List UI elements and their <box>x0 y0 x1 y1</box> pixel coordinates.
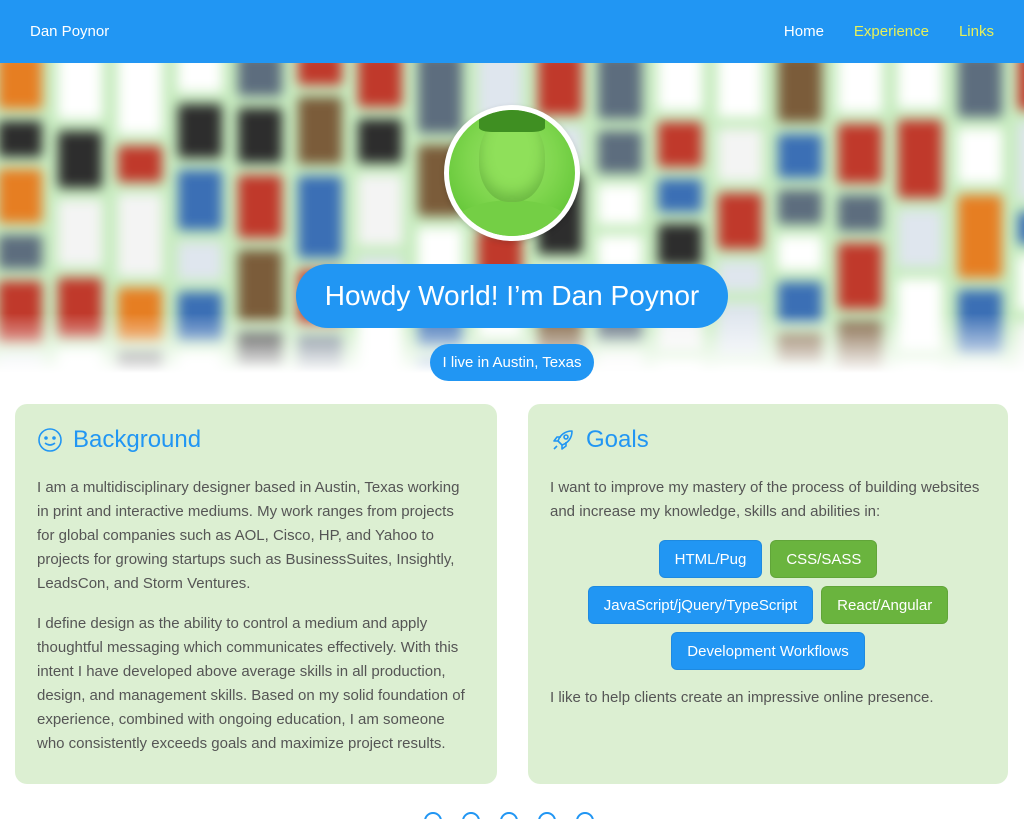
hero-location: I live in Austin, Texas <box>430 344 594 381</box>
background-heading: Background <box>37 426 475 454</box>
goals-title: Goals <box>586 426 649 453</box>
skills-list: HTML/Pug CSS/SASS JavaScript/jQuery/Type… <box>550 540 986 670</box>
dot[interactable] <box>576 812 594 819</box>
hero-headline: Howdy World! I’m Dan Poynor <box>296 264 728 328</box>
dot[interactable] <box>538 812 556 819</box>
top-navbar: Dan Poynor Home Experience Links <box>0 0 1024 63</box>
skill-chip-react: React/Angular <box>821 586 949 624</box>
dot[interactable] <box>500 812 518 819</box>
skill-chip-javascript: JavaScript/jQuery/TypeScript <box>587 586 814 624</box>
smile-icon <box>38 428 62 452</box>
avatar <box>444 105 580 241</box>
background-title: Background <box>73 426 202 453</box>
goals-intro: I want to improve my mastery of the proc… <box>550 479 980 520</box>
nav-link-experience[interactable]: Experience <box>854 23 929 40</box>
skill-chip-css: CSS/SASS <box>770 540 878 578</box>
nav-links: Home Experience Links <box>784 23 994 40</box>
skill-chip-workflows: Development Workflows <box>671 632 865 670</box>
skill-chip-html: HTML/Pug <box>658 540 763 578</box>
nav-link-links[interactable]: Links <box>959 23 994 40</box>
background-paragraph-2: I define design as the ability to contro… <box>37 615 465 752</box>
dot[interactable] <box>462 812 480 819</box>
dot[interactable] <box>424 812 442 819</box>
avatar-photo <box>449 110 575 236</box>
background-paragraph-1: I am a multidisciplinary designer based … <box>37 479 460 592</box>
goals-card: Goals I want to improve my mastery of th… <box>528 404 1008 784</box>
goals-heading: Goals <box>550 426 986 454</box>
brand-link[interactable]: Dan Poynor <box>30 23 109 40</box>
section-dots <box>424 812 594 819</box>
background-card: Background I am a multidisciplinary desi… <box>15 404 497 784</box>
goals-outro: I like to help clients create an impress… <box>550 689 934 706</box>
rocket-icon <box>553 430 573 450</box>
nav-link-home[interactable]: Home <box>784 23 824 40</box>
